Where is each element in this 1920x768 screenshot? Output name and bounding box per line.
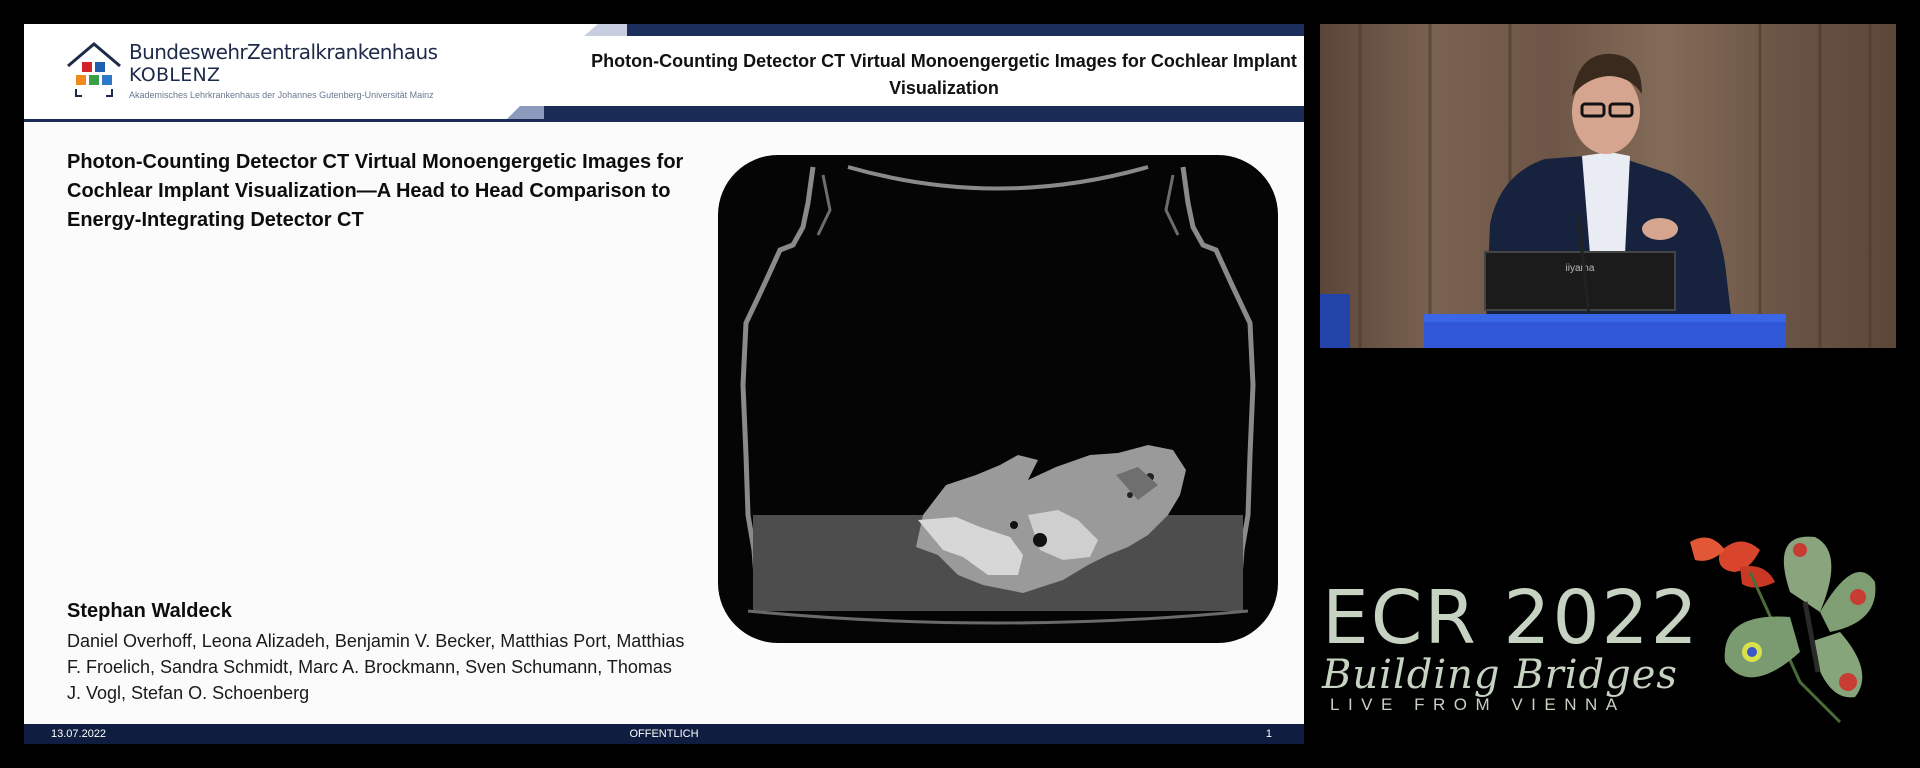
ct-scan-image	[718, 155, 1278, 643]
header-title: Photon-Counting Detector CT Virtual Mono…	[591, 51, 1297, 98]
monitor-brand-label: iiyama	[1566, 263, 1595, 274]
header-divider	[24, 119, 1304, 122]
speaker-video: iiyama	[1320, 24, 1896, 348]
institution-city: KOBLENZ	[129, 64, 221, 86]
header-stripe-top	[584, 24, 1304, 36]
slide-footer: 13.07.2022 OFFENTLICH 1	[24, 724, 1304, 744]
footer-classification: OFFENTLICH	[629, 728, 699, 740]
presenter-name: Stephan Waldeck	[67, 600, 232, 622]
institution-name: BundeswehrZentralkrankenhaus	[129, 40, 438, 64]
butterfly-flower-icon	[1690, 536, 1876, 724]
ecr-tagline: LIVE FROM VIENNA	[1330, 695, 1626, 714]
coauthors-list: Daniel Overhoff, Leona Alizadeh, Benjami…	[67, 631, 685, 703]
house-logo-icon	[67, 42, 121, 97]
ecr-title: ECR 2022	[1322, 575, 1700, 661]
ecr-subtitle: Building Bridges	[1322, 652, 1678, 698]
paper-title: Photon-Counting Detector CT Virtual Mono…	[67, 151, 684, 231]
presentation-slide: BundeswehrZentralkrankenhaus KOBLENZ Aka…	[24, 24, 1304, 744]
institution-affiliation: Akademisches Lehrkrankenhaus der Johanne…	[129, 90, 434, 100]
slide-header: BundeswehrZentralkrankenhaus KOBLENZ Aka…	[24, 24, 1304, 122]
footer-page-number: 1	[1265, 728, 1272, 740]
